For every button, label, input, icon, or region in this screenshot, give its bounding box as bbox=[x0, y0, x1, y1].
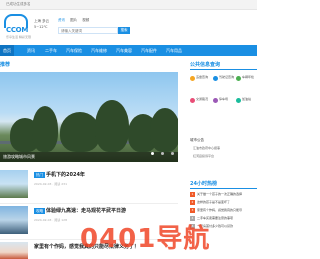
article-title[interactable]: 体验绿九高速：走马观花平武平日游 bbox=[46, 207, 126, 214]
service-label: 交通路况 bbox=[196, 97, 209, 101]
article-title[interactable]: 手机下的2024年 bbox=[46, 171, 85, 178]
search-tab-videos[interactable]: 视频 bbox=[82, 18, 89, 22]
carousel-dot[interactable] bbox=[150, 152, 154, 155]
carousel-dot[interactable] bbox=[160, 152, 164, 155]
search-tab-images[interactable]: 图片 bbox=[70, 18, 77, 22]
weather-temp: 5~12℃ bbox=[34, 25, 48, 29]
search-input[interactable] bbox=[58, 27, 118, 34]
article-meta: 2024-02-03 · 阅读 128 bbox=[34, 218, 67, 222]
logo-text: CCOM bbox=[6, 26, 28, 34]
hot-item-text: 关于做一个孩子的一次正确的选择 bbox=[197, 192, 243, 196]
inspection-icon bbox=[236, 76, 241, 81]
service-item[interactable]: 加油站 bbox=[236, 96, 258, 114]
article-thumbnail bbox=[0, 242, 28, 259]
gas-station-icon bbox=[236, 98, 241, 103]
service-item[interactable]: 车辆年检 bbox=[236, 74, 258, 92]
article-tag: 热门 bbox=[34, 172, 45, 178]
search-button[interactable]: 搜索 bbox=[118, 27, 130, 34]
article-thumbnail bbox=[0, 206, 28, 234]
hot-list-item[interactable]: 2 这样的孩子是不是变坏了 bbox=[190, 200, 257, 207]
service-label: 违章查询 bbox=[196, 75, 209, 79]
carousel-dots bbox=[149, 140, 174, 159]
banner-tree bbox=[95, 100, 129, 152]
section-title: 推荐 bbox=[0, 62, 11, 68]
traffic-icon bbox=[190, 98, 195, 103]
city-notice-item[interactable]: 江油市政府中心报事 bbox=[193, 146, 220, 150]
nav-item-news[interactable]: 资讯 bbox=[27, 45, 35, 56]
nav-item-supplies[interactable]: 汽车用品 bbox=[166, 45, 182, 56]
article-card[interactable]: 热门 手机下的2024年 2024-02-03 · 阅读 231 bbox=[0, 168, 178, 204]
weather-widget: 上海 多云 5~12℃ bbox=[34, 18, 49, 30]
article-tag: 攻略 bbox=[34, 208, 45, 214]
banner-tree bbox=[60, 112, 100, 152]
service-item[interactable]: 驾驶证查询 bbox=[213, 74, 235, 92]
divider bbox=[190, 188, 257, 189]
rank-badge: 1 bbox=[190, 192, 195, 197]
rank-badge: 2 bbox=[190, 200, 195, 205]
search-tab-news[interactable]: 资讯 bbox=[58, 18, 65, 22]
search-tabs: 资讯 图片 视频 bbox=[58, 18, 93, 23]
nav-item-used-cars[interactable]: 二手车 bbox=[45, 45, 57, 56]
top-bar-text: 已成功生成多名 bbox=[6, 2, 31, 6]
divider bbox=[190, 69, 257, 70]
city-notice-title: 城市公告 bbox=[190, 138, 204, 142]
service-label: 车辆年检 bbox=[242, 75, 255, 79]
hot-item-text: 家里有个作妈，感觉我真的只能尽 bbox=[197, 208, 243, 212]
parking-icon bbox=[213, 98, 218, 103]
main-nav: 首页 资讯 二手车 汽车保险 汽车维修 汽车美容 汽车配件 汽车用品 bbox=[0, 45, 257, 56]
nav-item-parts[interactable]: 汽车配件 bbox=[141, 45, 157, 56]
banner-tree bbox=[32, 106, 58, 152]
nav-item-repair[interactable]: 汽车维修 bbox=[91, 45, 107, 56]
traffic-violation-icon bbox=[190, 76, 195, 81]
service-item[interactable]: 交通路况 bbox=[190, 96, 212, 114]
watermark-logo: 0401导航 bbox=[80, 224, 211, 254]
nav-item-home[interactable]: 首页 bbox=[0, 45, 14, 56]
service-item[interactable]: 停车场 bbox=[213, 96, 235, 114]
hero-banner[interactable]: 旅游攻略城市风景 bbox=[0, 72, 178, 162]
rank-badge: 3 bbox=[190, 208, 195, 213]
nav-item-beauty[interactable]: 汽车美容 bbox=[116, 45, 132, 56]
carousel-dot[interactable] bbox=[171, 152, 174, 155]
services-title: 公共信息查询 bbox=[190, 62, 221, 68]
city-notice-item[interactable]: 红河县投诉平台 bbox=[193, 154, 214, 158]
service-label: 驾驶证查询 bbox=[219, 75, 235, 79]
article-thumbnail bbox=[0, 170, 28, 198]
hot-list-title: 24小时热榜 bbox=[190, 181, 217, 187]
license-icon bbox=[213, 76, 218, 81]
service-label: 停车场 bbox=[219, 97, 229, 101]
hot-item-text: 这样的孩子是不是变坏了 bbox=[197, 200, 231, 204]
hot-list-item[interactable]: 3 家里有个作妈，感觉我真的只能尽 bbox=[190, 208, 257, 215]
logo-subtitle: 乐享生活 精彩无限 bbox=[6, 35, 31, 39]
nav-item-insurance[interactable]: 汽车保险 bbox=[66, 45, 82, 56]
hot-list-item[interactable]: 1 关于做一个孩子的一次正确的选择 bbox=[190, 192, 257, 199]
article-meta: 2024-02-03 · 阅读 231 bbox=[34, 182, 67, 186]
service-item[interactable]: 违章查询 bbox=[190, 74, 212, 92]
top-bar: 已成功生成多名 bbox=[0, 0, 257, 10]
service-label: 加油站 bbox=[242, 97, 252, 101]
